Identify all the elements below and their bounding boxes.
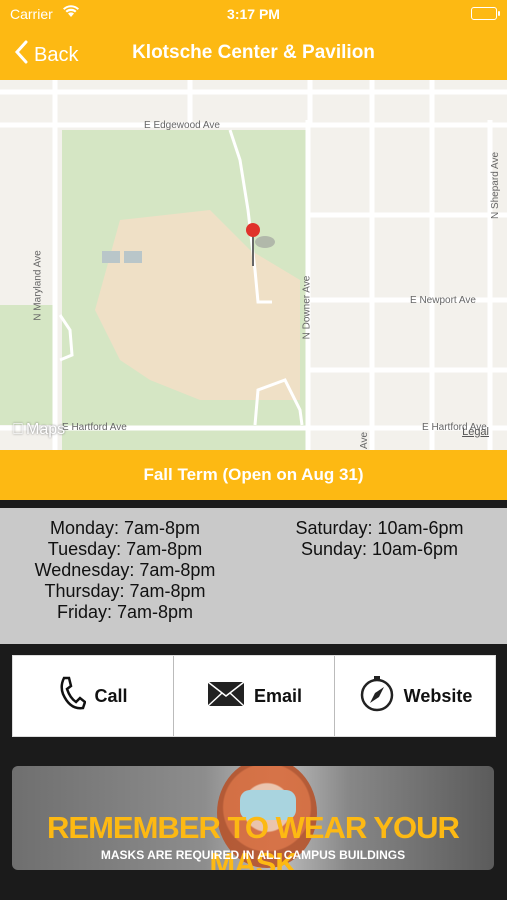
envelope-icon — [206, 680, 246, 713]
street-label: E Newport Ave — [410, 295, 476, 306]
term-banner: Fall Term (Open on Aug 31) — [0, 450, 507, 500]
maps-logo-label: Maps — [14, 421, 65, 438]
apple-maps-logo:  Maps — [12, 421, 65, 439]
street-label: N Shepard Ave — [490, 151, 502, 220]
hours-row: Saturday: 10am-6pm — [295, 518, 464, 538]
email-label: Email — [253, 685, 303, 706]
call-label: Call — [94, 685, 128, 706]
mask-reminder-banner[interactable]: REMEMBER TO WEAR YOUR MASK MASKS ARE REQ… — [12, 766, 494, 870]
hours-row: Tuesday: 7am-8pm — [47, 539, 203, 559]
hours-row: Thursday: 7am-8pm — [44, 581, 206, 601]
street-label: N Downer Ave — [301, 275, 313, 340]
page-title: Klotsche Center & Pavilion — [132, 42, 375, 63]
compass-icon — [358, 675, 396, 718]
street-label: E Hartford Ave — [62, 422, 127, 433]
nav-bar: Back Klotsche Center & Pavilion — [0, 28, 507, 80]
map-canvas — [0, 80, 507, 450]
action-bar: Call Email Website — [12, 655, 496, 737]
hours-panel: Monday: 7am-8pm Tuesday: 7am-8pm Wednesd… — [0, 508, 507, 644]
weekday-hours: Monday: 7am-8pm Tuesday: 7am-8pm Wednesd… — [10, 518, 240, 623]
call-button[interactable]: Call — [13, 656, 174, 736]
apple-icon:  — [12, 421, 24, 439]
street-label: E Edgewood Ave — [144, 120, 220, 131]
phone-icon — [58, 676, 87, 717]
map-view[interactable]: E Edgewood Ave N Maryland Ave N Downer A… — [0, 80, 507, 450]
hours-row: Friday: 7am-8pm — [56, 602, 194, 622]
website-button[interactable]: Website — [335, 656, 495, 736]
street-label: N Maryland Ave — [32, 250, 44, 321]
street-label: Ave — [359, 431, 371, 450]
hours-row: Monday: 7am-8pm — [49, 518, 201, 538]
legal-link[interactable]: Legal — [462, 426, 489, 438]
hours-row: Sunday: 10am-6pm — [300, 539, 459, 559]
weekend-hours: Saturday: 10am-6pm Sunday: 10am-6pm — [262, 518, 497, 560]
battery-icon — [471, 7, 500, 20]
hours-row: Wednesday: 7am-8pm — [34, 560, 216, 580]
status-time: 3:17 PM — [227, 6, 280, 22]
banner-subtitle: MASKS ARE REQUIRED IN ALL CAMPUS BUILDIN… — [100, 848, 406, 862]
status-bar: Carrier 3:17 PM — [0, 0, 507, 28]
website-label: Website — [403, 685, 473, 706]
email-button[interactable]: Email — [174, 656, 335, 736]
